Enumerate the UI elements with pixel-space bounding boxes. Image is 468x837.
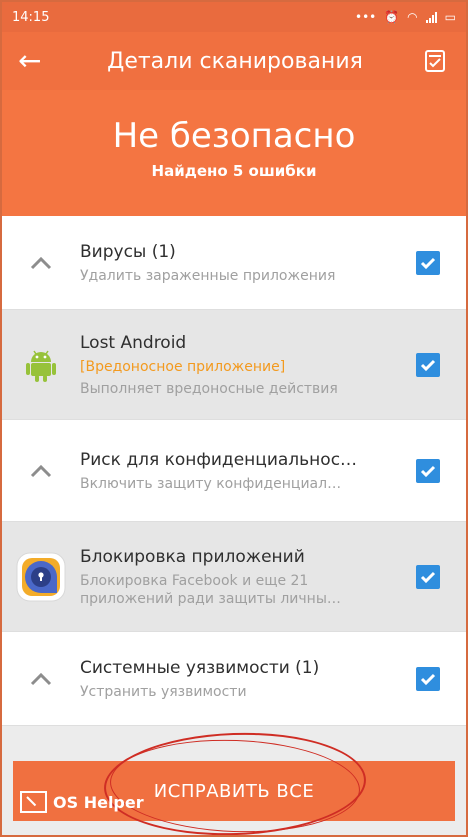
- chevron-up-icon[interactable]: [2, 464, 80, 478]
- watermark-text: OS Helper: [53, 792, 144, 812]
- scan-summary: Не безопасно Найдено 5 ошибки: [2, 90, 466, 216]
- watermark: OS Helper: [20, 791, 144, 813]
- list-item-app-lock[interactable]: Блокировка приложений Блокировка Faceboo…: [2, 522, 466, 632]
- battery-icon: ▭: [444, 10, 456, 24]
- issues-list: Вирусы (1) Удалить зараженные приложения: [2, 216, 466, 726]
- phone-screen: 14:15 ••• ⏰ ◠ ▭ ← Детали сканирования Не…: [0, 0, 468, 837]
- item-title: Вирусы (1): [80, 241, 176, 262]
- item-title: Риск для конфиденциальнос…: [80, 449, 358, 470]
- report-icon[interactable]: [420, 46, 450, 76]
- item-description: Блокировка Facebook и еще 21: [80, 572, 309, 589]
- app-lock-icon: [2, 552, 80, 602]
- item-checkbox[interactable]: [416, 250, 440, 275]
- list-item-viruses[interactable]: Вирусы (1) Удалить зараженные приложения: [2, 216, 466, 310]
- item-checkbox[interactable]: [416, 564, 440, 589]
- item-description: Удалить зараженные приложения: [80, 267, 336, 284]
- android-icon: [2, 346, 80, 384]
- summary-subtitle: Найдено 5 ошибки: [151, 162, 317, 180]
- chevron-up-icon[interactable]: [2, 256, 80, 270]
- item-checkbox[interactable]: [416, 458, 440, 483]
- item-checkbox[interactable]: [416, 352, 440, 377]
- item-description: Включить защиту конфиденциал…: [80, 475, 342, 492]
- alarm-icon: ⏰: [384, 10, 400, 24]
- watermark-logo-icon: [20, 791, 47, 813]
- page-title: Детали сканирования: [107, 48, 363, 74]
- signal-icon: [425, 11, 437, 23]
- status-bar: 14:15 ••• ⏰ ◠ ▭: [2, 2, 466, 32]
- list-item-system-vulnerabilities[interactable]: Системные уязвимости (1) Устранить уязви…: [2, 632, 466, 726]
- item-checkbox[interactable]: [416, 666, 440, 691]
- chevron-up-icon[interactable]: [2, 672, 80, 686]
- list-item-lost-android[interactable]: Lost Android [Вредоносное приложение] Вы…: [2, 310, 466, 420]
- item-description: Выполняет вредоносные действия: [80, 380, 338, 397]
- item-description-line2: приложений ради защиты личны…: [80, 590, 341, 607]
- item-description: Устранить уязвимости: [80, 683, 247, 700]
- item-title: Lost Android: [80, 332, 187, 353]
- more-icon: •••: [354, 10, 377, 24]
- malware-tag: [Вредоносное приложение]: [80, 358, 286, 375]
- list-item-privacy-risk[interactable]: Риск для конфиденциальнос… Включить защи…: [2, 420, 466, 522]
- wifi-icon: ◠: [407, 10, 418, 24]
- item-title: Блокировка приложений: [80, 546, 305, 567]
- back-arrow-icon[interactable]: ←: [18, 47, 50, 75]
- status-icons: ••• ⏰ ◠ ▭: [355, 10, 456, 24]
- item-title: Системные уязвимости (1): [80, 657, 320, 678]
- app-bar: ← Детали сканирования: [2, 32, 466, 90]
- status-time: 14:15: [12, 9, 50, 25]
- summary-title: Не безопасно: [112, 116, 356, 156]
